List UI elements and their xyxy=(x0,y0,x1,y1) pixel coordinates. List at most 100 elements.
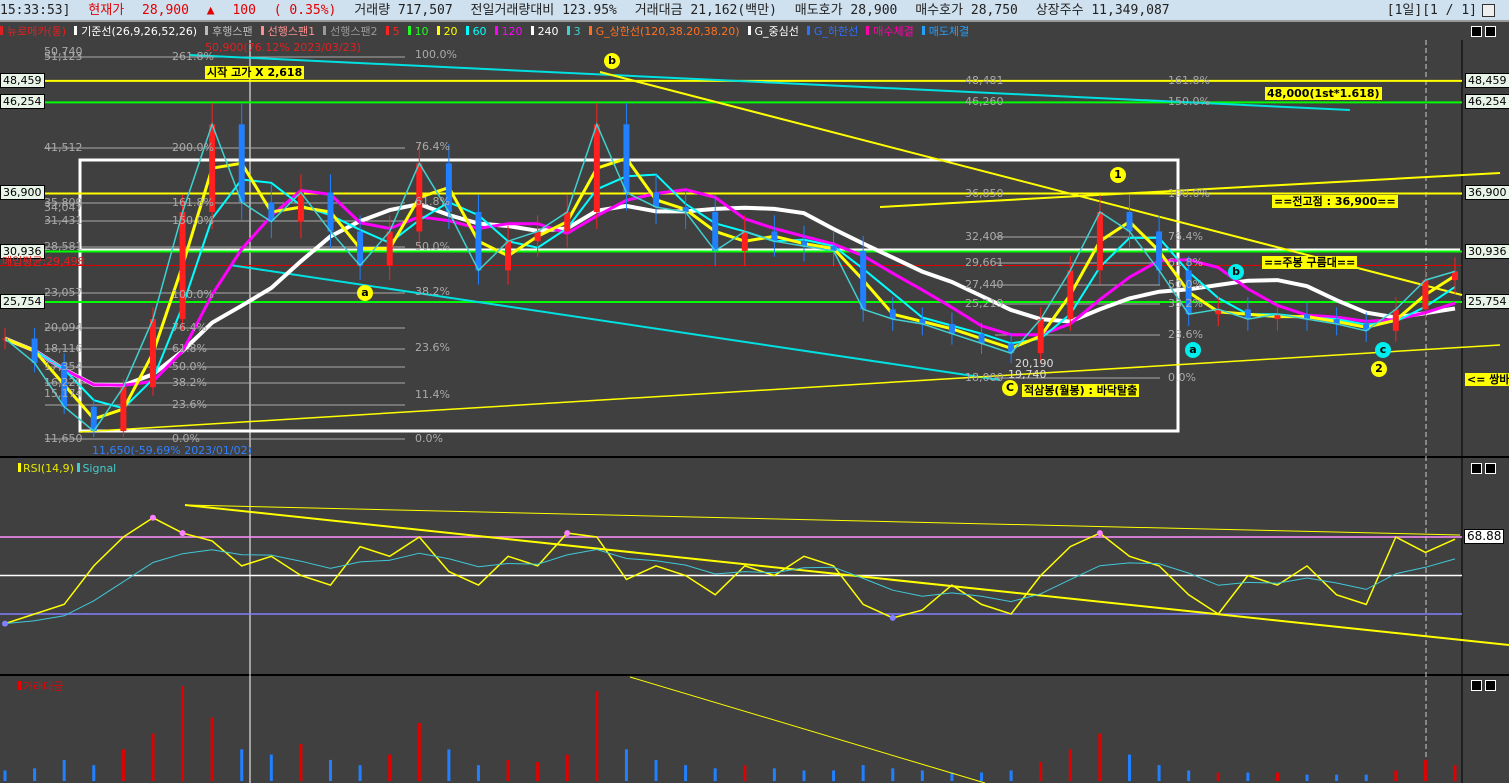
volume-bar xyxy=(1187,770,1191,781)
legend-item[interactable]: 3 xyxy=(566,25,585,38)
candle-body xyxy=(741,231,748,251)
legend-item[interactable]: 뉴로메카(통) xyxy=(0,25,70,38)
close-button[interactable] xyxy=(1485,680,1496,691)
legend-label: G_하한선 xyxy=(813,25,859,38)
volume-ratio: 전일거래량대비 123.95% xyxy=(470,3,617,18)
fib-pct-label: 11.4% xyxy=(415,388,450,401)
volume-bar xyxy=(329,759,333,781)
legend-item[interactable]: 240 xyxy=(530,25,563,38)
volume-bar xyxy=(181,686,185,781)
legend-item[interactable]: 선행스팬1 xyxy=(260,25,319,38)
rsi-overbought-mark xyxy=(1096,530,1103,537)
candle-body xyxy=(149,319,156,388)
fib-pct-label: 100.0% xyxy=(172,288,214,301)
legend-item[interactable]: 120 xyxy=(494,25,527,38)
volume-bar xyxy=(565,754,569,781)
volume-label[interactable]: 거래대금 xyxy=(23,680,63,693)
volume-bar xyxy=(684,765,688,781)
fib-pct-label: 0.0% xyxy=(415,432,443,445)
volume-bar xyxy=(92,765,96,781)
volume-bar xyxy=(595,691,599,781)
chart-canvas[interactable] xyxy=(0,0,1509,783)
legend-label: 기준선(26,9,26,52,26) xyxy=(81,25,198,38)
maximize-button[interactable] xyxy=(1482,4,1495,17)
volume-bar xyxy=(1098,733,1102,781)
legend-swatch-icon xyxy=(323,26,327,35)
trend-line xyxy=(79,344,1501,433)
legend-item[interactable]: 선행스팬2 xyxy=(323,25,381,38)
fib-price-label: 18,116 xyxy=(44,342,83,355)
legend-item[interactable]: 20 xyxy=(436,25,462,38)
legend-item[interactable]: G_상한선(120,38.20,38.20) xyxy=(588,25,744,38)
legend-swatch-icon xyxy=(494,26,498,35)
legend-label: 20 xyxy=(443,25,458,38)
signal-label[interactable]: Signal xyxy=(82,462,116,475)
volume-bar xyxy=(358,765,362,781)
restore-button[interactable] xyxy=(1471,680,1482,691)
legend-item[interactable]: 후행스팬 xyxy=(205,25,256,38)
candle-body xyxy=(534,231,541,242)
volume-legend: 거래대금 xyxy=(18,678,63,694)
candle-body xyxy=(712,211,719,251)
legend-item[interactable]: G_하한선 xyxy=(806,25,862,38)
volume-bar xyxy=(1216,772,1220,781)
restore-button[interactable] xyxy=(1471,26,1482,37)
price-label: 현재가 xyxy=(88,3,125,18)
legend-item[interactable]: 60 xyxy=(465,25,491,38)
rsi-line xyxy=(4,516,1456,625)
candle-body xyxy=(475,211,482,271)
close-button[interactable] xyxy=(1485,463,1496,474)
candle-body xyxy=(623,124,630,193)
legend-label: 60 xyxy=(472,25,487,38)
volume-bar xyxy=(62,759,66,781)
legend-item[interactable]: G_중심선 xyxy=(747,25,803,38)
fib-price-label: 48,481 xyxy=(965,74,1004,87)
volume-bar xyxy=(654,759,658,781)
legend-item[interactable]: 매도체결 xyxy=(921,25,973,38)
wave-marker: c xyxy=(1375,342,1391,358)
trend-line xyxy=(229,264,1001,381)
restore-button[interactable] xyxy=(1471,463,1482,474)
volume-bar xyxy=(1157,765,1161,781)
legend-item[interactable]: 기준선(26,9,26,52,26) xyxy=(74,25,201,38)
legend-item[interactable]: 5 xyxy=(385,25,404,38)
fib-price-label: 23,057 xyxy=(44,286,83,299)
fib-pct-label: 100.0% xyxy=(415,48,457,61)
rsi-overbought-mark xyxy=(564,530,571,537)
indicator-legend: 뉴로메카(통) 기준선(26,9,26,52,26) 후행스팬 선행스팬1 선행스팬2 5… xyxy=(0,24,977,40)
legend-swatch-icon xyxy=(866,26,870,35)
legend-item[interactable]: 10 xyxy=(407,25,433,38)
bid-price: 매수호가 28,750 xyxy=(915,3,1018,18)
fib-pct-label: 76.4% xyxy=(172,321,207,334)
legend-swatch-icon xyxy=(566,26,570,35)
fib-pct-label: 38.2% xyxy=(1168,297,1203,310)
volume-bar xyxy=(447,749,451,781)
legend-swatch-icon xyxy=(530,26,534,35)
level-label: 48,459 xyxy=(0,72,45,88)
legend-swatch-icon xyxy=(921,26,925,35)
fib-pct-label: 200.0% xyxy=(172,141,214,154)
fib-price-label: 29,661 xyxy=(965,256,1004,269)
fib-pct-label: 50.0% xyxy=(1168,278,1203,291)
fib-pct-label: 161.8% xyxy=(1168,74,1210,87)
volume-bar xyxy=(476,765,480,781)
fib-pct-label: 61.8% xyxy=(415,195,450,208)
volume-bar xyxy=(1009,770,1013,781)
period-indicator[interactable]: [1일][1 / 1] xyxy=(1387,0,1477,22)
legend-swatch-icon xyxy=(260,26,264,35)
volume-bar xyxy=(743,765,747,781)
rsi-label[interactable]: RSI(14,9) xyxy=(23,462,74,475)
volume-bar xyxy=(891,768,895,781)
close-button[interactable] xyxy=(1485,26,1496,37)
level-label: 25,754 xyxy=(0,294,45,309)
level-label: 36,900 xyxy=(0,185,45,201)
fib-price-label: 28,581 xyxy=(44,240,83,253)
candle-body xyxy=(1156,231,1163,271)
legend-label: 240 xyxy=(537,25,559,38)
volume-bar xyxy=(624,749,628,781)
legend-item[interactable]: 매수체결 xyxy=(866,25,917,38)
wave-marker: a xyxy=(357,285,373,301)
legend-swatch-icon xyxy=(465,26,469,35)
candle-body xyxy=(327,192,334,232)
high-info: 50,900(76.12% 2023/03/23) xyxy=(205,41,361,54)
